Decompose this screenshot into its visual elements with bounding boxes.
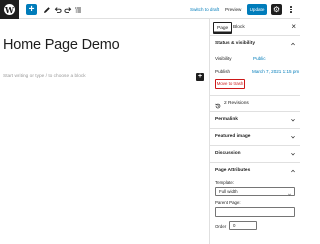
block-inserter-button[interactable]: + (196, 73, 204, 81)
plus-icon: + (28, 3, 35, 15)
list-view-button[interactable] (72, 4, 83, 15)
publish-row: Publish March 7, 2021 1:15 pm (210, 65, 300, 78)
chevron-down-icon (288, 191, 291, 196)
redo-icon (64, 6, 71, 13)
preview-button[interactable]: Preview (225, 5, 241, 14)
order-label: Order (215, 224, 227, 229)
tools-button[interactable] (41, 4, 52, 15)
add-block-button[interactable]: + (26, 4, 37, 15)
wordpress-logo-icon: W (4, 4, 15, 15)
chevron-up-icon (291, 42, 295, 46)
permalink-panel: Permalink (210, 112, 300, 129)
discussion-panel: Discussion (210, 146, 300, 163)
chevron-down-icon (291, 135, 295, 139)
post-title[interactable]: Home Page Demo (3, 37, 120, 53)
order-row: Order 0 (210, 220, 300, 232)
settings-sidebar: Page Block × Status & visibility Visibil… (209, 19, 300, 244)
discussion-toggle[interactable]: Discussion (210, 146, 300, 162)
plus-icon: + (197, 73, 203, 80)
page-attributes-toggle[interactable]: Page Attributes (210, 163, 300, 179)
default-block-appender[interactable]: Start writing or type / to choose a bloc… (3, 74, 86, 79)
top-toolbar: W + Switch to draft Preview Update ⚙ (0, 0, 300, 19)
status-visibility-toggle[interactable]: Status & visibility (210, 36, 300, 52)
publish-date-toggle[interactable]: March 7, 2021 1:15 pm (252, 65, 299, 78)
visibility-label: Visibility (215, 56, 232, 61)
featured-image-toggle[interactable]: Featured image (210, 129, 300, 145)
update-button[interactable]: Update (247, 4, 267, 15)
undo-icon (54, 6, 61, 13)
chevron-down-icon (291, 152, 295, 156)
template-select[interactable]: Full width (215, 187, 295, 196)
close-icon: × (291, 22, 296, 31)
more-vertical-icon (290, 5, 292, 8)
switch-to-draft-button[interactable]: Switch to draft (190, 5, 219, 14)
template-label: Template: (215, 180, 235, 185)
close-sidebar-button[interactable]: × (291, 22, 296, 32)
backup-icon (215, 101, 221, 109)
featured-image-panel: Featured image (210, 129, 300, 146)
wordpress-logo-button[interactable]: W (0, 0, 19, 19)
sidebar-tabs: Page Block × (210, 19, 300, 36)
order-input[interactable]: 0 (229, 221, 257, 230)
permalink-toggle[interactable]: Permalink (210, 112, 300, 128)
editor-canvas: Home Page Demo Start writing or type / t… (0, 19, 209, 244)
parent-page-combobox[interactable] (215, 207, 295, 217)
visibility-row: Visibility Public (210, 52, 300, 65)
settings-button[interactable]: ⚙ (271, 4, 282, 15)
move-to-trash-button[interactable]: Move to trash (215, 79, 245, 89)
list-view-icon (74, 7, 81, 12)
tab-block[interactable]: Block (230, 22, 248, 34)
revisions-link[interactable]: 2 Revisions (210, 96, 300, 112)
visibility-toggle[interactable]: Public (253, 52, 266, 65)
gear-icon: ⚙ (272, 4, 281, 14)
pencil-icon (43, 6, 50, 13)
publish-label: Publish (215, 69, 231, 74)
chevron-up-icon (291, 169, 295, 173)
parent-page-label: Parent Page: (215, 200, 241, 205)
page-attributes-panel: Page Attributes Template: Full width Par… (210, 163, 300, 232)
status-visibility-panel: Status & visibility Visibility Public Pu… (210, 36, 300, 96)
chevron-down-icon (291, 118, 295, 122)
more-options-button[interactable] (288, 4, 294, 15)
